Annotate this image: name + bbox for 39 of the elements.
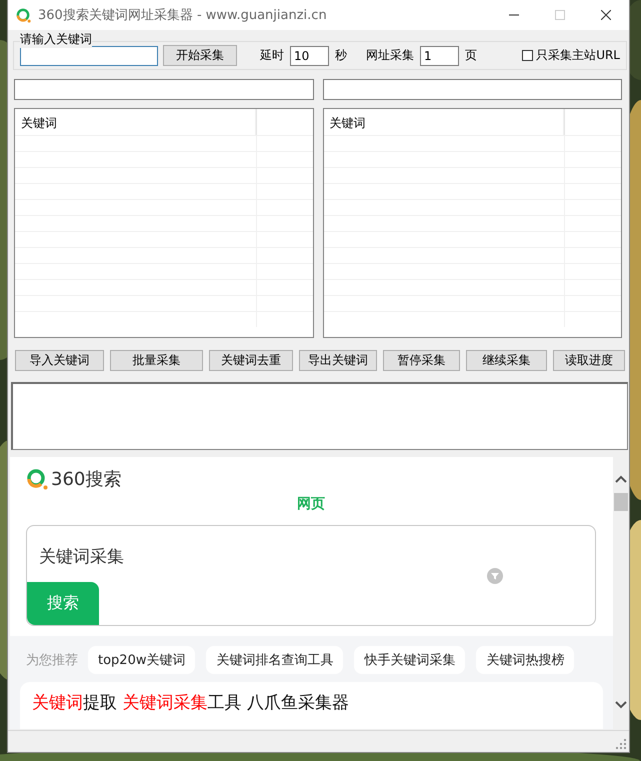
window-title: 360搜索关键词网址采集器 - www.guanjianzi.cn [38, 7, 328, 24]
column-header[interactable]: 关键词 [15, 109, 256, 135]
pages-unit: 页 [465, 47, 477, 64]
query-text: 关键词采集 [39, 546, 124, 568]
pages-field[interactable]: 1 [420, 46, 459, 66]
text-field[interactable] [322, 79, 622, 100]
column-header[interactable]: 关键词 [324, 109, 564, 135]
delay-field[interactable]: 10 [290, 46, 329, 66]
action-button[interactable]: 批量采集 [110, 350, 203, 371]
close-icon [601, 10, 611, 20]
scroll-up-icon[interactable] [615, 475, 627, 483]
delay-unit: 秒 [335, 47, 347, 64]
recommendation-chip[interactable]: 关键词排名查询工具 [206, 646, 344, 674]
scrollbar-thumb[interactable] [614, 493, 628, 511]
pages-label: 网址采集 [366, 47, 414, 64]
keyword-field[interactable] [20, 46, 158, 66]
logo-icon [26, 468, 48, 490]
resize-grip-icon [616, 739, 626, 749]
scroll-down-icon[interactable] [615, 701, 627, 709]
list-view[interactable]: 关键词 [15, 109, 312, 337]
app-logo-icon [16, 8, 31, 22]
result-title-link[interactable]: 关键词提取 关键词采集工具 八爪鱼采集器 [32, 693, 349, 713]
action-button[interactable]: 导出关键词 [299, 350, 377, 371]
action-button[interactable]: 导入关键词 [15, 350, 104, 371]
recommendation-chip[interactable]: top20w关键词 [88, 646, 196, 674]
action-button[interactable]: 关键词去重 [209, 350, 293, 371]
action-button[interactable]: 继续采集 [466, 350, 547, 371]
main-site-checkbox[interactable]: 只采集主站URL [522, 47, 620, 64]
action-button[interactable]: 暂停采集 [383, 350, 460, 371]
logo-text: 360搜索 [51, 468, 122, 491]
recommend-label: 为您推荐 [26, 652, 78, 669]
start-button[interactable]: 开始采集 [163, 45, 237, 66]
recommendation-chip[interactable]: 关键词热搜榜 [476, 646, 574, 674]
delay-label: 延时 [260, 47, 284, 64]
maximize-icon [555, 10, 565, 20]
recommendation-chip[interactable]: 快手关键词采集 [354, 646, 466, 674]
action-button[interactable]: 读取进度 [553, 350, 625, 371]
text-field[interactable] [14, 79, 314, 100]
list-view[interactable]: 关键词 [324, 109, 621, 337]
